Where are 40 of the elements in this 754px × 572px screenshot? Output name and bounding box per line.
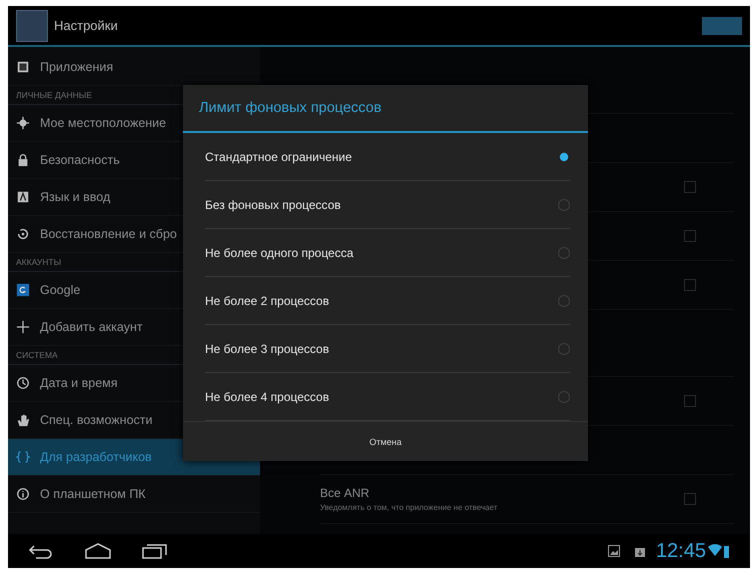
picture-icon <box>608 545 620 557</box>
radio-button[interactable] <box>560 152 568 161</box>
back-icon[interactable] <box>28 543 54 559</box>
settings-app-icon <box>16 10 48 42</box>
radio-option[interactable]: Не более 3 процессов <box>205 325 570 373</box>
info-icon <box>16 487 30 501</box>
braces-icon <box>16 450 30 464</box>
hand-icon <box>16 413 30 427</box>
radio-option[interactable]: Без фоновых процессов <box>205 181 570 229</box>
setting-summary: Уведомлять о том, что приложение не отвечает <box>320 503 498 512</box>
home-icon[interactable] <box>84 543 112 559</box>
location-icon <box>16 116 30 130</box>
checkbox[interactable] <box>684 279 696 291</box>
setting-title: Все ANR <box>320 486 370 500</box>
checkbox[interactable] <box>684 230 696 242</box>
clock-time: 12:45 <box>656 540 706 562</box>
radio-button[interactable] <box>558 294 570 306</box>
dialog-title: Лимит фоновых процессов <box>183 85 588 133</box>
toggle-switch[interactable] <box>702 16 742 34</box>
recent-apps-icon[interactable] <box>142 542 168 560</box>
cancel-button[interactable]: Отмена <box>183 421 588 461</box>
restore-icon <box>16 227 30 241</box>
radio-button[interactable] <box>558 342 570 354</box>
lock-icon <box>16 153 30 167</box>
radio-button[interactable] <box>558 390 570 402</box>
keyboard-icon <box>16 190 30 204</box>
plus-icon <box>16 320 30 334</box>
action-bar-title: Настройки <box>54 18 119 33</box>
google-icon <box>16 283 30 297</box>
radio-option[interactable]: Не более одного процесса <box>205 229 570 277</box>
wifi-battery-icon <box>708 543 730 559</box>
clock-icon <box>16 376 30 390</box>
checkbox[interactable] <box>684 493 696 505</box>
radio-button[interactable] <box>558 198 570 210</box>
apps-icon <box>16 60 30 74</box>
radio-option[interactable]: Стандартное ограничение <box>205 133 570 181</box>
radio-button[interactable] <box>558 246 570 258</box>
radio-option[interactable]: Не более 2 процессов <box>205 277 570 325</box>
checkbox[interactable] <box>684 181 696 193</box>
checkbox[interactable] <box>684 395 696 407</box>
